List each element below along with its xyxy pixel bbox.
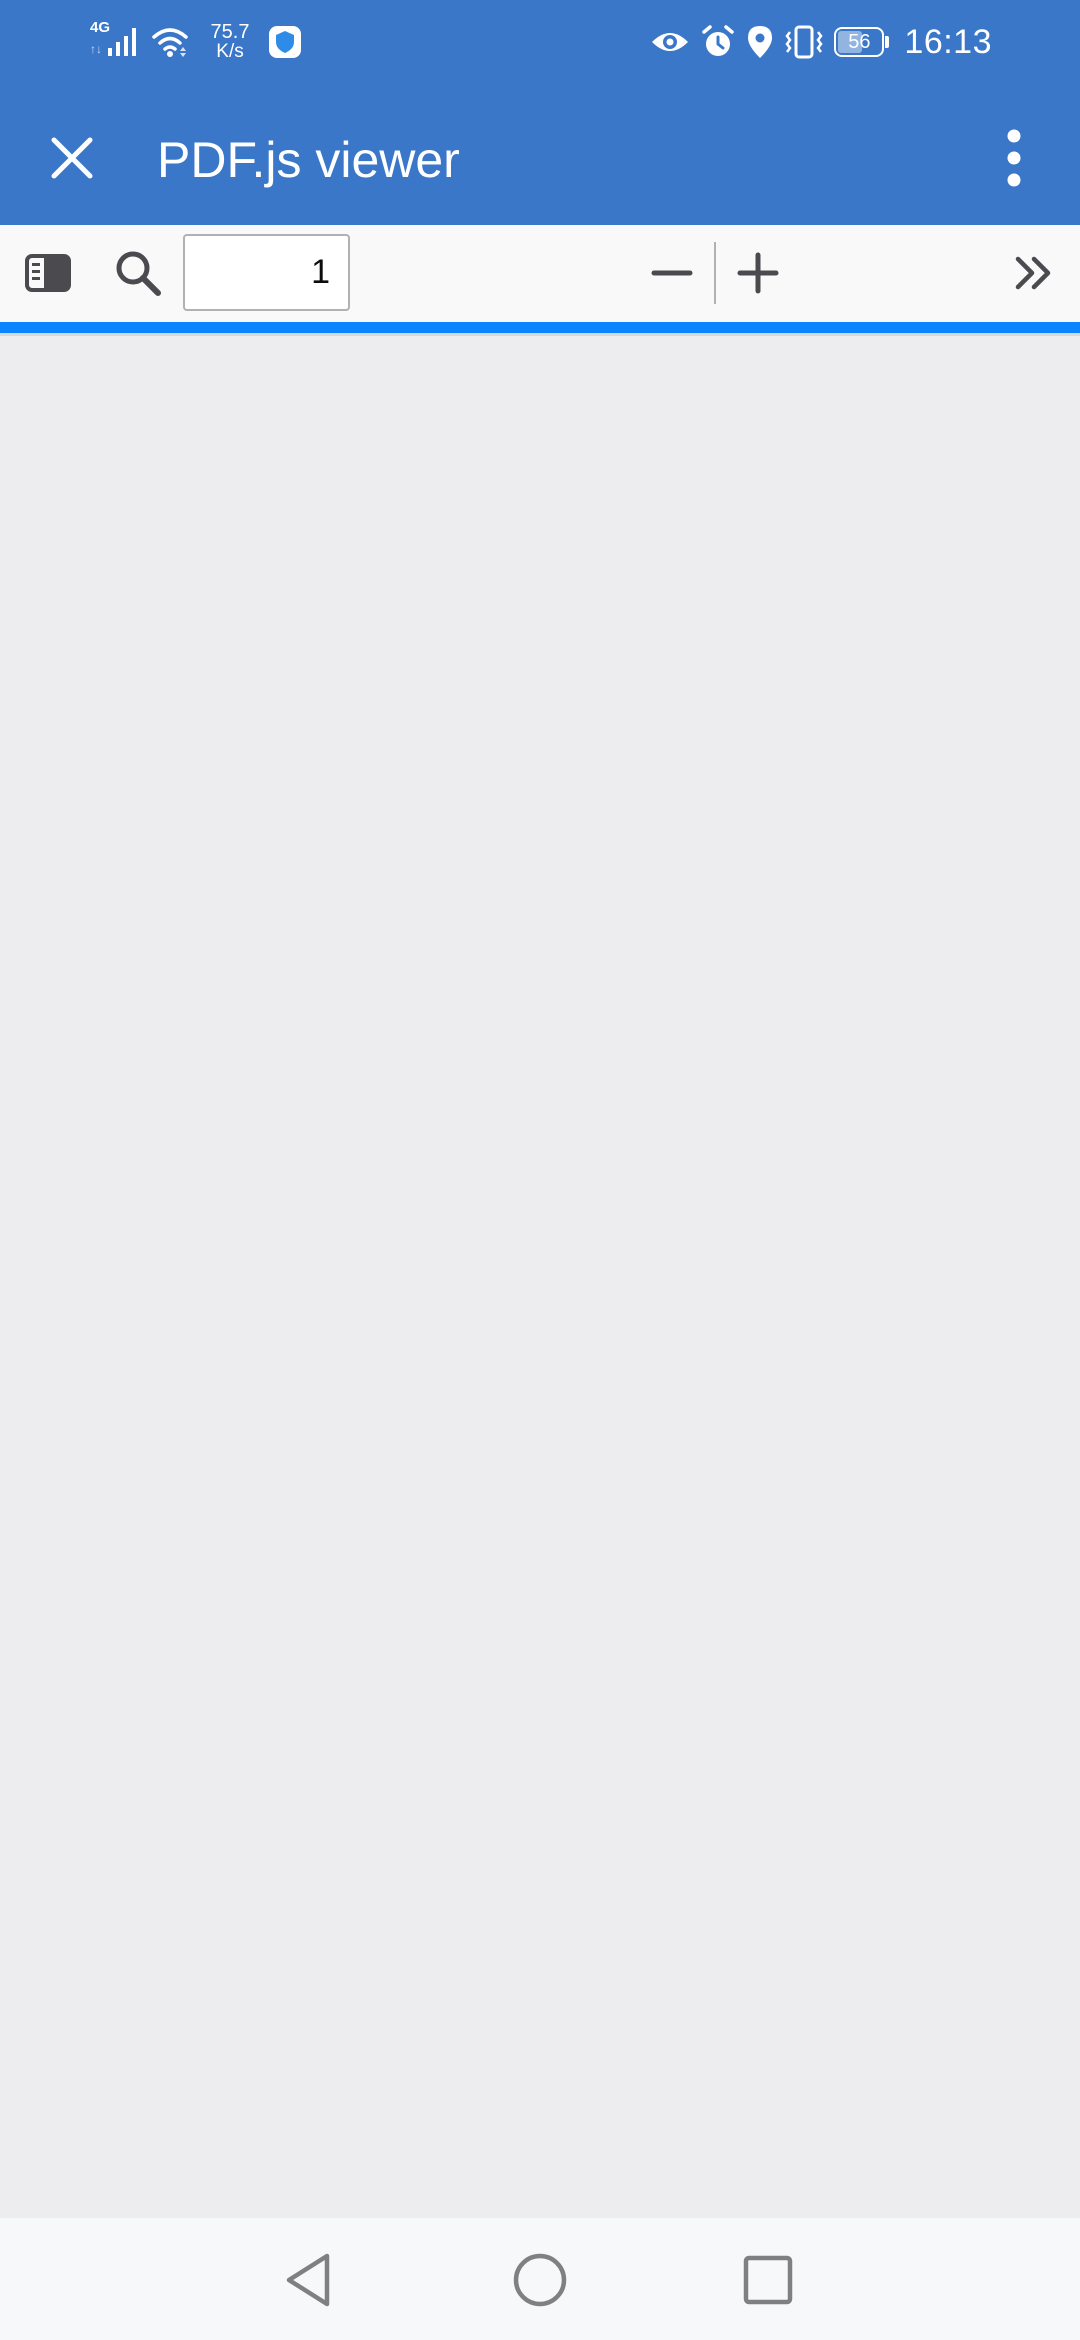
status-time: 16:13	[904, 22, 992, 61]
minus-icon	[651, 270, 693, 276]
network-speed-unit: K/s	[216, 41, 244, 62]
wifi-icon	[150, 25, 190, 59]
close-icon	[51, 137, 93, 179]
page-number-input[interactable]	[183, 234, 350, 311]
zoom-in-button[interactable]	[726, 241, 790, 305]
battery-icon: 56	[834, 27, 890, 57]
status-bar-right: 56 16:13	[650, 14, 992, 70]
search-icon	[116, 251, 161, 296]
more-vert-icon	[1007, 129, 1021, 187]
pdf-viewer-area[interactable]	[0, 336, 1080, 2218]
back-triangle-icon	[286, 2253, 330, 2307]
network-speed-value: 75.7	[210, 21, 250, 43]
network-arrows: ↑↓	[90, 42, 102, 56]
more-tools-button[interactable]	[1002, 241, 1066, 305]
loading-progress-bar	[0, 322, 1080, 333]
sidebar-toggle-button[interactable]	[16, 241, 80, 305]
page-title: PDF.js viewer	[157, 132, 460, 188]
status-bar: 4G ↑↓ 75.7 K/s 56 16:13	[0, 0, 1080, 82]
recents-button[interactable]	[723, 2238, 813, 2322]
sidebar-toggle-icon	[25, 254, 71, 292]
network-speed: 75.7 K/s	[200, 22, 260, 62]
search-button[interactable]	[106, 241, 170, 305]
zoom-out-button[interactable]	[640, 241, 704, 305]
signal-icon	[108, 28, 136, 56]
battery-cap	[885, 36, 890, 48]
network-indicator: 4G ↑↓	[88, 20, 144, 64]
close-button[interactable]	[32, 118, 112, 198]
more-options-button[interactable]	[984, 118, 1044, 198]
app-bar: PDF.js viewer	[0, 82, 1080, 225]
shield-app-icon	[268, 25, 302, 59]
system-nav-bar	[0, 2218, 1080, 2340]
double-chevron-right-icon	[1015, 256, 1051, 290]
back-button[interactable]	[264, 2238, 354, 2322]
pdf-toolbar	[0, 225, 1080, 322]
screen: 4G ↑↓ 75.7 K/s 56 16:13 PDF.js viewer 1	[0, 0, 1080, 2340]
recents-square-icon	[743, 2255, 793, 2305]
location-icon	[746, 24, 774, 60]
status-bar-left: 4G ↑↓ 75.7 K/s	[88, 14, 302, 70]
battery-level: 56	[848, 31, 871, 53]
home-circle-icon	[513, 2253, 567, 2307]
alarm-icon	[700, 24, 736, 60]
eye-icon	[650, 27, 690, 57]
plus-icon	[737, 252, 779, 294]
vibrate-icon	[784, 24, 824, 60]
zoom-separator	[714, 242, 716, 304]
home-button[interactable]	[495, 2238, 585, 2322]
